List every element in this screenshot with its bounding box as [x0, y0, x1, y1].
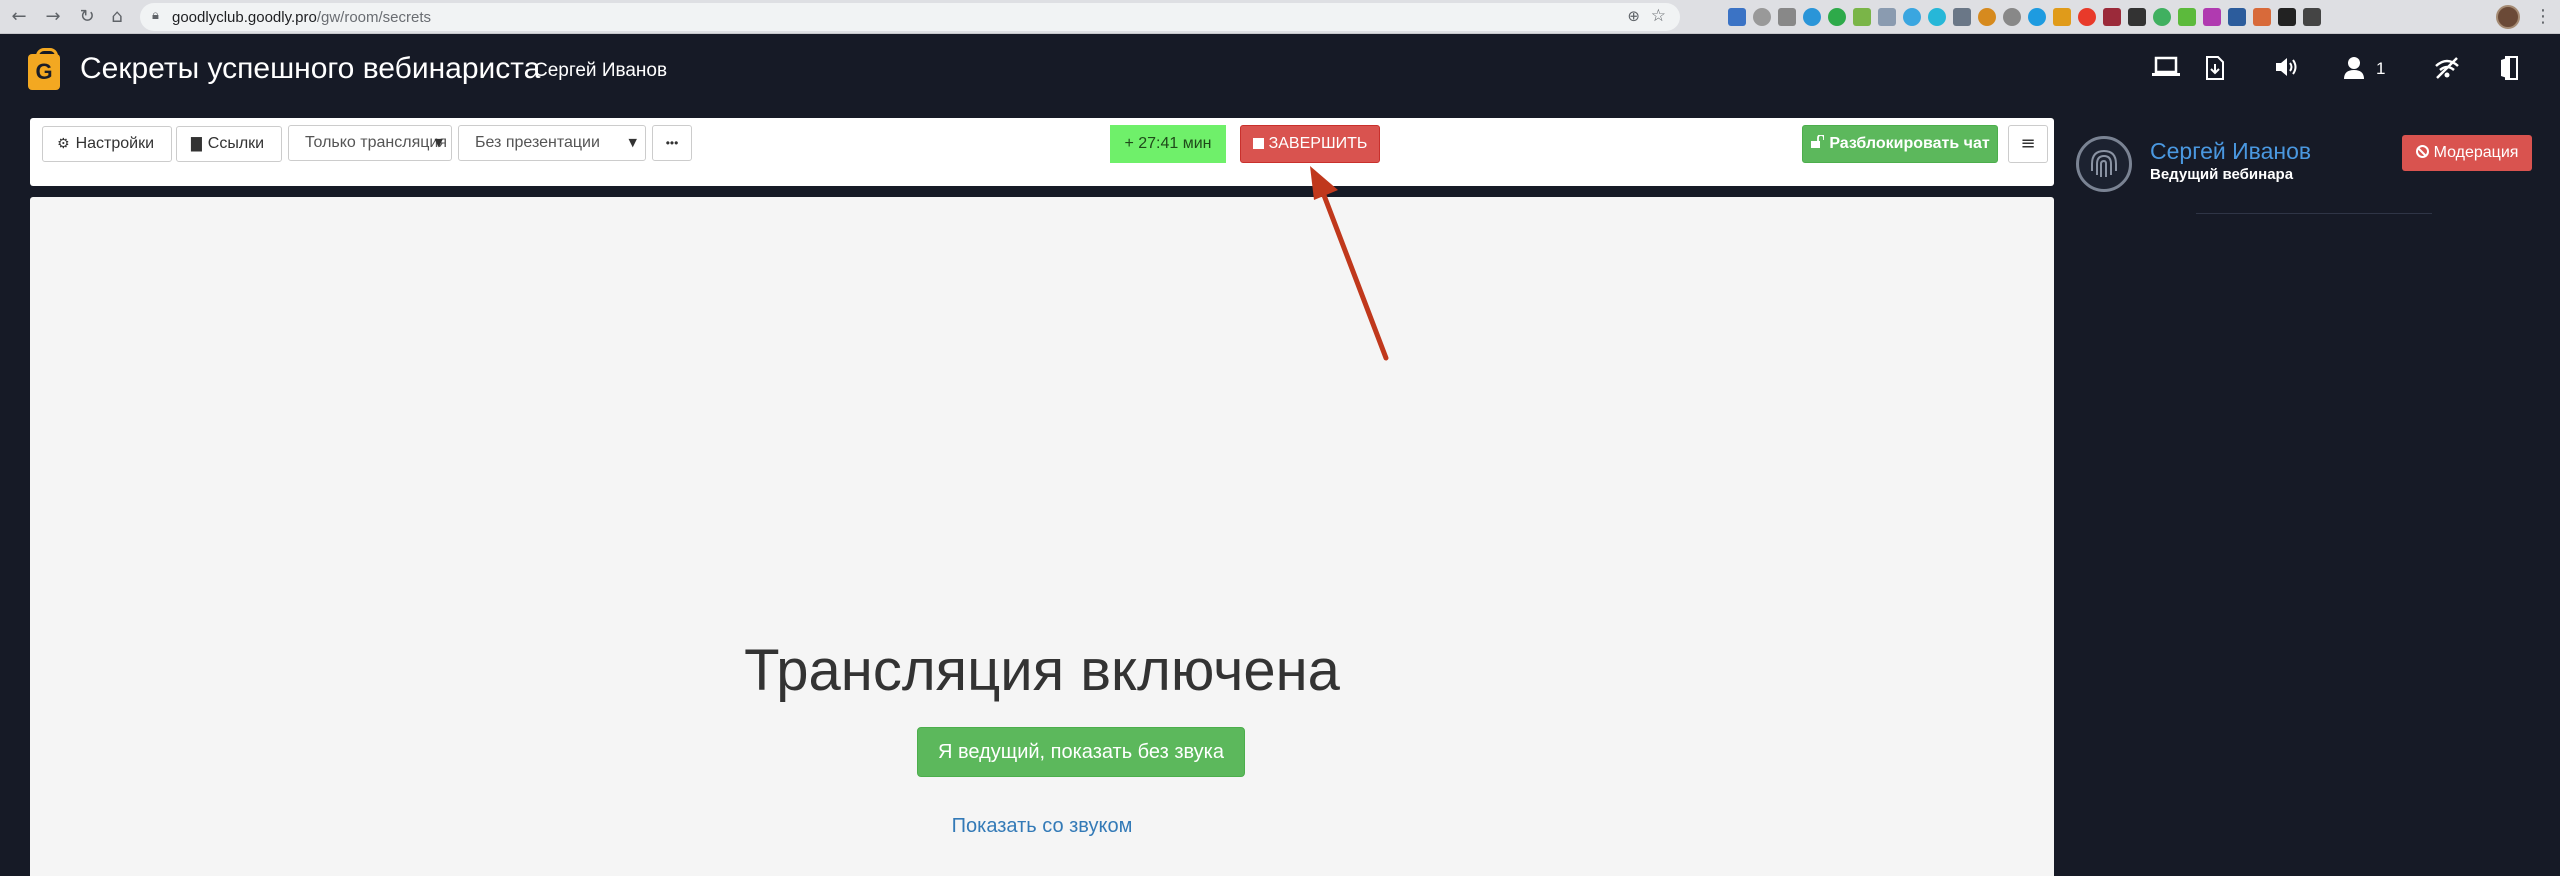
timer-badge[interactable]: + 27:41 мин — [1110, 125, 1226, 163]
header-host-name: Сергей Иванов — [534, 60, 668, 81]
extension-icon[interactable] — [2078, 8, 2096, 26]
download-file-icon[interactable] — [2206, 56, 2224, 80]
panel-divider — [2196, 213, 2432, 214]
extension-icon[interactable] — [2253, 8, 2271, 26]
chevron-down-icon: ▼ — [628, 136, 637, 149]
extension-icon[interactable] — [1728, 8, 1746, 26]
extension-icon[interactable] — [2228, 8, 2246, 26]
extension-icon[interactable] — [1753, 8, 1771, 26]
extension-icon[interactable] — [1903, 8, 1921, 26]
presentation-select[interactable]: Без презентации ▼ — [458, 125, 646, 161]
extension-icon[interactable] — [1803, 8, 1821, 26]
extension-icon[interactable] — [2103, 8, 2121, 26]
annotation-arrow — [1310, 166, 1389, 361]
extension-icon[interactable] — [1853, 8, 1871, 26]
show-with-sound-link-text[interactable]: Показать со звуком — [952, 815, 1133, 837]
ban-icon — [2415, 145, 2429, 158]
fingerprint-icon — [2091, 150, 2117, 177]
extension-icon[interactable] — [2153, 8, 2171, 26]
broadcast-stage: Трансляция включена Я ведущий, показать … — [30, 197, 2054, 876]
extension-icon[interactable] — [1778, 8, 1796, 26]
unlock-icon — [1811, 134, 1826, 148]
volume-icon[interactable] — [2274, 56, 2298, 78]
home-icon[interactable]: ⌂ — [106, 6, 128, 28]
extension-icon[interactable] — [2053, 8, 2071, 26]
gear-icon: ⚙ — [57, 136, 70, 152]
forward-arrow-icon[interactable]: → — [42, 6, 64, 28]
hamburger-icon[interactable]: ≡ — [2008, 125, 2048, 163]
bookmark-star-icon[interactable]: ☆ — [1651, 6, 1666, 26]
broadcast-mode-select[interactable]: Только трансляция ▼ — [288, 125, 452, 161]
extension-icon[interactable] — [1878, 8, 1896, 26]
file-icon: ▇ — [191, 136, 202, 152]
unlock-chat-button[interactable]: Разблокировать чат — [1802, 125, 1998, 163]
extension-icon[interactable] — [1978, 8, 1996, 26]
profile-avatar[interactable] — [2496, 5, 2520, 29]
extension-icon[interactable] — [2278, 8, 2296, 26]
finish-button[interactable]: ЗАВЕРШИТЬ — [1240, 125, 1380, 163]
reload-icon[interactable]: ↻ — [76, 6, 98, 28]
laptop-icon[interactable] — [2152, 56, 2180, 78]
broadcast-status-heading: Трансляция включена — [744, 638, 1340, 703]
extension-icon[interactable] — [1928, 8, 1946, 26]
extension-icon[interactable] — [1953, 8, 1971, 26]
extension-icon[interactable] — [2028, 8, 2046, 26]
links-button[interactable]: ▇ Ссылки — [176, 126, 282, 162]
extensions-strip — [1728, 8, 2321, 28]
chevron-down-icon: ▼ — [434, 136, 443, 149]
extension-icon[interactable] — [2003, 8, 2021, 26]
more-options-button[interactable]: ••• — [652, 125, 692, 161]
address-bar[interactable]: 🔒︎ goodlyclub.goodly.pro/gw/room/secrets… — [140, 3, 1680, 31]
no-signal-icon[interactable] — [2434, 56, 2460, 80]
goodly-logo[interactable]: G — [28, 48, 60, 90]
address-url: goodlyclub.goodly.pro/gw/room/secrets — [172, 9, 432, 26]
browser-toolbar: ← → ↻ ⌂ 🔒︎ goodlyclub.goodly.pro/gw/room… — [0, 0, 2560, 34]
settings-button[interactable]: ⚙ Настройки — [42, 126, 172, 162]
app-header: G Секреты успешного вебинариста Сергей И… — [0, 34, 2560, 100]
show-with-sound-link: Показать со звуком — [30, 815, 2054, 838]
host-silent-button[interactable]: Я ведущий, показать без звука — [917, 727, 1245, 777]
puzzle-icon[interactable] — [2303, 8, 2321, 26]
presenter-name[interactable]: Сергей Иванов — [2150, 138, 2311, 165]
lock-icon: 🔒︎ — [152, 8, 159, 23]
webinar-title: Секреты успешного вебинариста — [80, 52, 541, 85]
exit-door-icon[interactable] — [2500, 56, 2518, 80]
stop-icon — [1252, 138, 1264, 149]
moderation-button[interactable]: Модерация — [2402, 135, 2532, 171]
presenter-role: Ведущий вебинара — [2150, 166, 2294, 183]
extension-icon[interactable] — [2203, 8, 2221, 26]
webinar-toolbar: ⚙ Настройки ▇ Ссылки Только трансляция ▼ Б… — [30, 118, 2054, 186]
zoom-icon[interactable]: ⊕ — [1627, 7, 1640, 25]
user-icon[interactable] — [2344, 56, 2364, 80]
extension-icon[interactable] — [2178, 8, 2196, 26]
extension-icon[interactable] — [2128, 8, 2146, 26]
avatar — [2076, 136, 2132, 192]
browser-menu-icon[interactable]: ⋮ — [2534, 6, 2552, 27]
back-arrow-icon[interactable]: ← — [8, 6, 30, 28]
participants-count: 1 — [2376, 59, 2386, 78]
extension-icon[interactable] — [1828, 8, 1846, 26]
